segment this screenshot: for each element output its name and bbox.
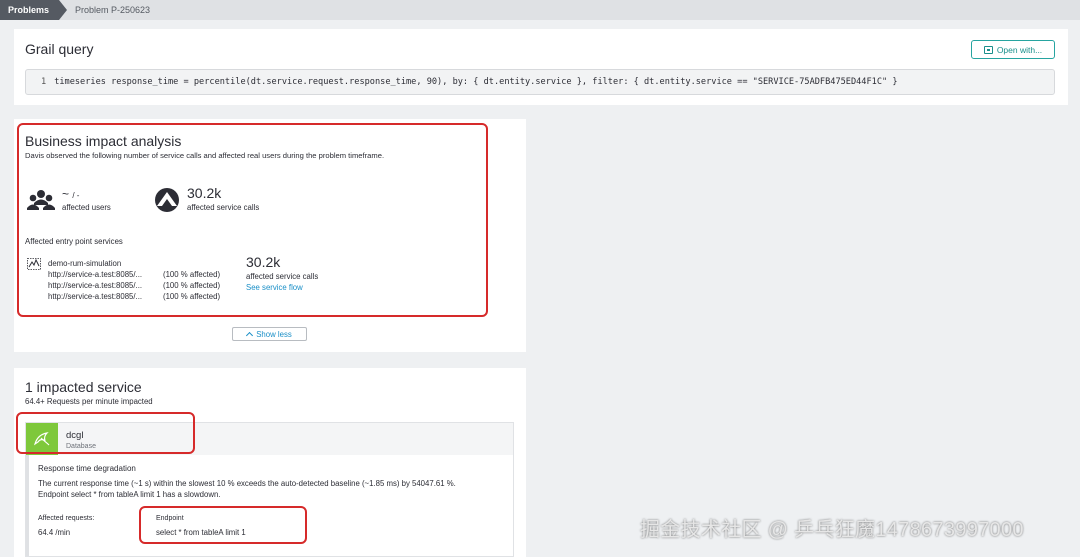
impacted-service-detail: dcgl Database Response time degradation … [25, 422, 514, 557]
entry-service-percent: (100 % affected) [163, 281, 221, 290]
affected-calls-label: affected service calls [187, 203, 260, 212]
database-icon [26, 423, 58, 455]
entry-service-row: http://service-a.test:8085/... (100 % af… [48, 292, 220, 301]
grail-query-title: Grail query [25, 41, 94, 57]
affected-calls-value: 30.2k [187, 185, 222, 201]
impacted-service-title: 1 impacted service [25, 379, 142, 395]
business-impact-card: Business impact analysis Davis observed … [14, 119, 526, 352]
entry-calls-label: affected service calls [246, 272, 319, 281]
entry-service-url: http://service-a.test:8085/... [48, 281, 143, 290]
breadcrumb-problems[interactable]: Problems [0, 0, 68, 20]
entry-service-percent: (100 % affected) [163, 270, 221, 279]
breadcrumb-current-problem[interactable]: Problem P-250623 [59, 5, 150, 15]
affected-requests-label: Affected requests: [38, 515, 95, 522]
degradation-line: The current response time (~1 s) within … [38, 479, 456, 488]
watermark: 掘金技术社区 @ 乒乓狂魔1478673997000 [640, 519, 1024, 541]
chevron-up-icon [246, 331, 254, 340]
entry-calls-value: 30.2k [246, 254, 281, 270]
impacted-service-card: 1 impacted service 64.4+ Requests per mi… [14, 368, 526, 557]
degradation-title: Response time degradation [38, 464, 136, 473]
service-type: Database [66, 443, 96, 450]
breadcrumb: Problems Problem P-250623 [0, 0, 1080, 20]
degradation-description: The current response time (~1 s) within … [38, 478, 513, 500]
degradation-line: Endpoint select * from tableA limit 1 ha… [38, 490, 221, 499]
business-impact-title: Business impact analysis [25, 133, 182, 149]
entry-service-row: http://service-a.test:8085/... (100 % af… [48, 270, 220, 279]
show-less-button[interactable]: Show less [232, 327, 307, 341]
service-icon [27, 258, 41, 270]
entry-service-url: http://service-a.test:8085/... [48, 270, 143, 279]
entry-service-name[interactable]: demo-rum-simulation [48, 259, 121, 268]
grail-query-card: Grail query Open with... 1 timeseries re… [14, 29, 1068, 105]
open-with-label: Open with... [996, 44, 1043, 55]
endpoint-label: Endpoint [156, 515, 184, 522]
entry-service-row: http://service-a.test:8085/... (100 % af… [48, 281, 220, 290]
open-with-button[interactable]: Open with... [971, 40, 1055, 59]
entry-service-url: http://service-a.test:8085/... [48, 292, 143, 301]
service-calls-icon [155, 188, 179, 212]
service-header[interactable]: dcgl Database [26, 423, 513, 455]
entry-service-percent: (100 % affected) [163, 292, 221, 301]
endpoint-value: select * from tableA limit 1 [156, 528, 246, 537]
impacted-service-subtitle: 64.4+ Requests per minute impacted [25, 397, 153, 406]
show-less-label: Show less [256, 329, 292, 339]
line-number: 1 [41, 77, 47, 87]
affected-users-number: ~ [62, 187, 70, 201]
affected-users-suffix: / - [72, 191, 80, 200]
entry-point-heading: Affected entry point services [25, 237, 123, 246]
degradation-details: Response time degradation The current re… [26, 455, 513, 556]
business-impact-subtitle: Davis observed the following number of s… [25, 151, 385, 160]
users-icon [27, 190, 55, 210]
affected-users-value: ~ / - [62, 187, 79, 201]
affected-requests-value: 64.4 /min [38, 528, 71, 537]
query-editor[interactable]: 1 timeseries response_time = percentile(… [25, 69, 1055, 95]
query-text: timeseries response_time = percentile(dt… [54, 77, 898, 87]
open-with-icon [983, 45, 993, 54]
service-name[interactable]: dcgl [66, 430, 83, 441]
affected-users-label: affected users [62, 203, 111, 212]
see-service-flow-link[interactable]: See service flow [246, 283, 303, 292]
